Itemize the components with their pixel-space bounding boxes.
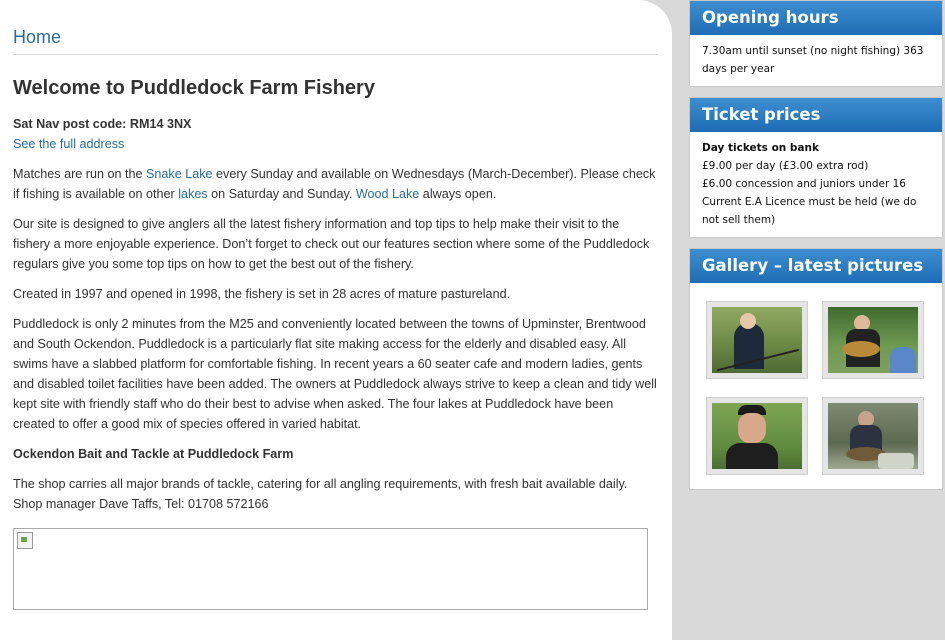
gallery-thumbnail[interactable] bbox=[706, 397, 808, 475]
location-paragraph: Puddledock is only 2 minutes from the M2… bbox=[13, 317, 657, 431]
ticket-prices-title: Ticket prices bbox=[690, 98, 942, 132]
opening-hours-title: Opening hours bbox=[690, 1, 942, 35]
lakes-link[interactable]: lakes bbox=[178, 187, 207, 201]
shop-heading: Ockendon Bait and Tackle at Puddledock F… bbox=[13, 447, 294, 461]
main-inner: Home Welcome to Puddledock Farm Fishery … bbox=[13, 0, 658, 524]
breadcrumb-home-link[interactable]: Home bbox=[13, 27, 658, 55]
angler-with-fish-photo bbox=[828, 403, 918, 469]
opening-hours-text: 7.30am until sunset (no night fishing) 3… bbox=[702, 45, 924, 75]
gallery-thumbnail[interactable] bbox=[822, 397, 924, 475]
gallery-thumbnail[interactable] bbox=[822, 301, 924, 379]
ticket-line: £9.00 per day (£3.00 extra rod) bbox=[702, 160, 869, 172]
broken-image-icon bbox=[17, 532, 33, 549]
sidebar: Opening hours 7.30am until sunset (no ni… bbox=[689, 0, 943, 500]
sat-nav-postcode: Sat Nav post code: RM14 3NX bbox=[13, 117, 192, 131]
ticket-prices-widget: Ticket prices Day tickets on bank £9.00 … bbox=[689, 97, 943, 238]
opening-hours-widget: Opening hours 7.30am until sunset (no ni… bbox=[689, 0, 943, 87]
angler-photo bbox=[712, 307, 802, 373]
ticket-heading: Day tickets on bank bbox=[702, 142, 819, 154]
wood-lake-link[interactable]: Wood Lake bbox=[356, 187, 419, 201]
shop-line-2: Shop manager Dave Taffs, Tel: 01708 5721… bbox=[13, 497, 269, 511]
main-content: Home Welcome to Puddledock Farm Fishery … bbox=[0, 0, 672, 640]
matches-paragraph: Matches are run on the Snake Lake every … bbox=[13, 164, 658, 204]
site-paragraph: Our site is designed to give anglers all… bbox=[13, 217, 650, 271]
ticket-prices-body: Day tickets on bank £9.00 per day (£3.00… bbox=[690, 132, 942, 237]
full-address-link[interactable]: See the full address bbox=[13, 137, 124, 151]
shop-line-1: The shop carries all major brands of tac… bbox=[13, 477, 628, 491]
matches-text-1: Matches are run on the bbox=[13, 167, 147, 181]
snake-lake-link[interactable]: Snake Lake bbox=[146, 167, 213, 181]
created-paragraph: Created in 1997 and opened in 1998, the … bbox=[13, 287, 511, 301]
page-title: Welcome to Puddledock Farm Fishery bbox=[13, 77, 375, 99]
gallery-grid bbox=[690, 283, 942, 489]
matches-text-3: on Saturday and Sunday. bbox=[207, 187, 356, 201]
ticket-line: Current E.A Licence must be held (we do … bbox=[702, 196, 917, 226]
carp-catch-photo bbox=[828, 307, 918, 373]
shop-paragraph: The shop carries all major brands of tac… bbox=[13, 474, 658, 514]
gallery-title: Gallery – latest pictures bbox=[690, 249, 942, 283]
matches-text-4: always open. bbox=[419, 187, 497, 201]
gallery-widget: Gallery – latest pictures bbox=[689, 248, 943, 490]
ticket-line: £6.00 concession and juniors under 16 bbox=[702, 178, 906, 190]
smiling-angler-photo bbox=[712, 403, 802, 469]
gallery-thumbnail[interactable] bbox=[706, 301, 808, 379]
